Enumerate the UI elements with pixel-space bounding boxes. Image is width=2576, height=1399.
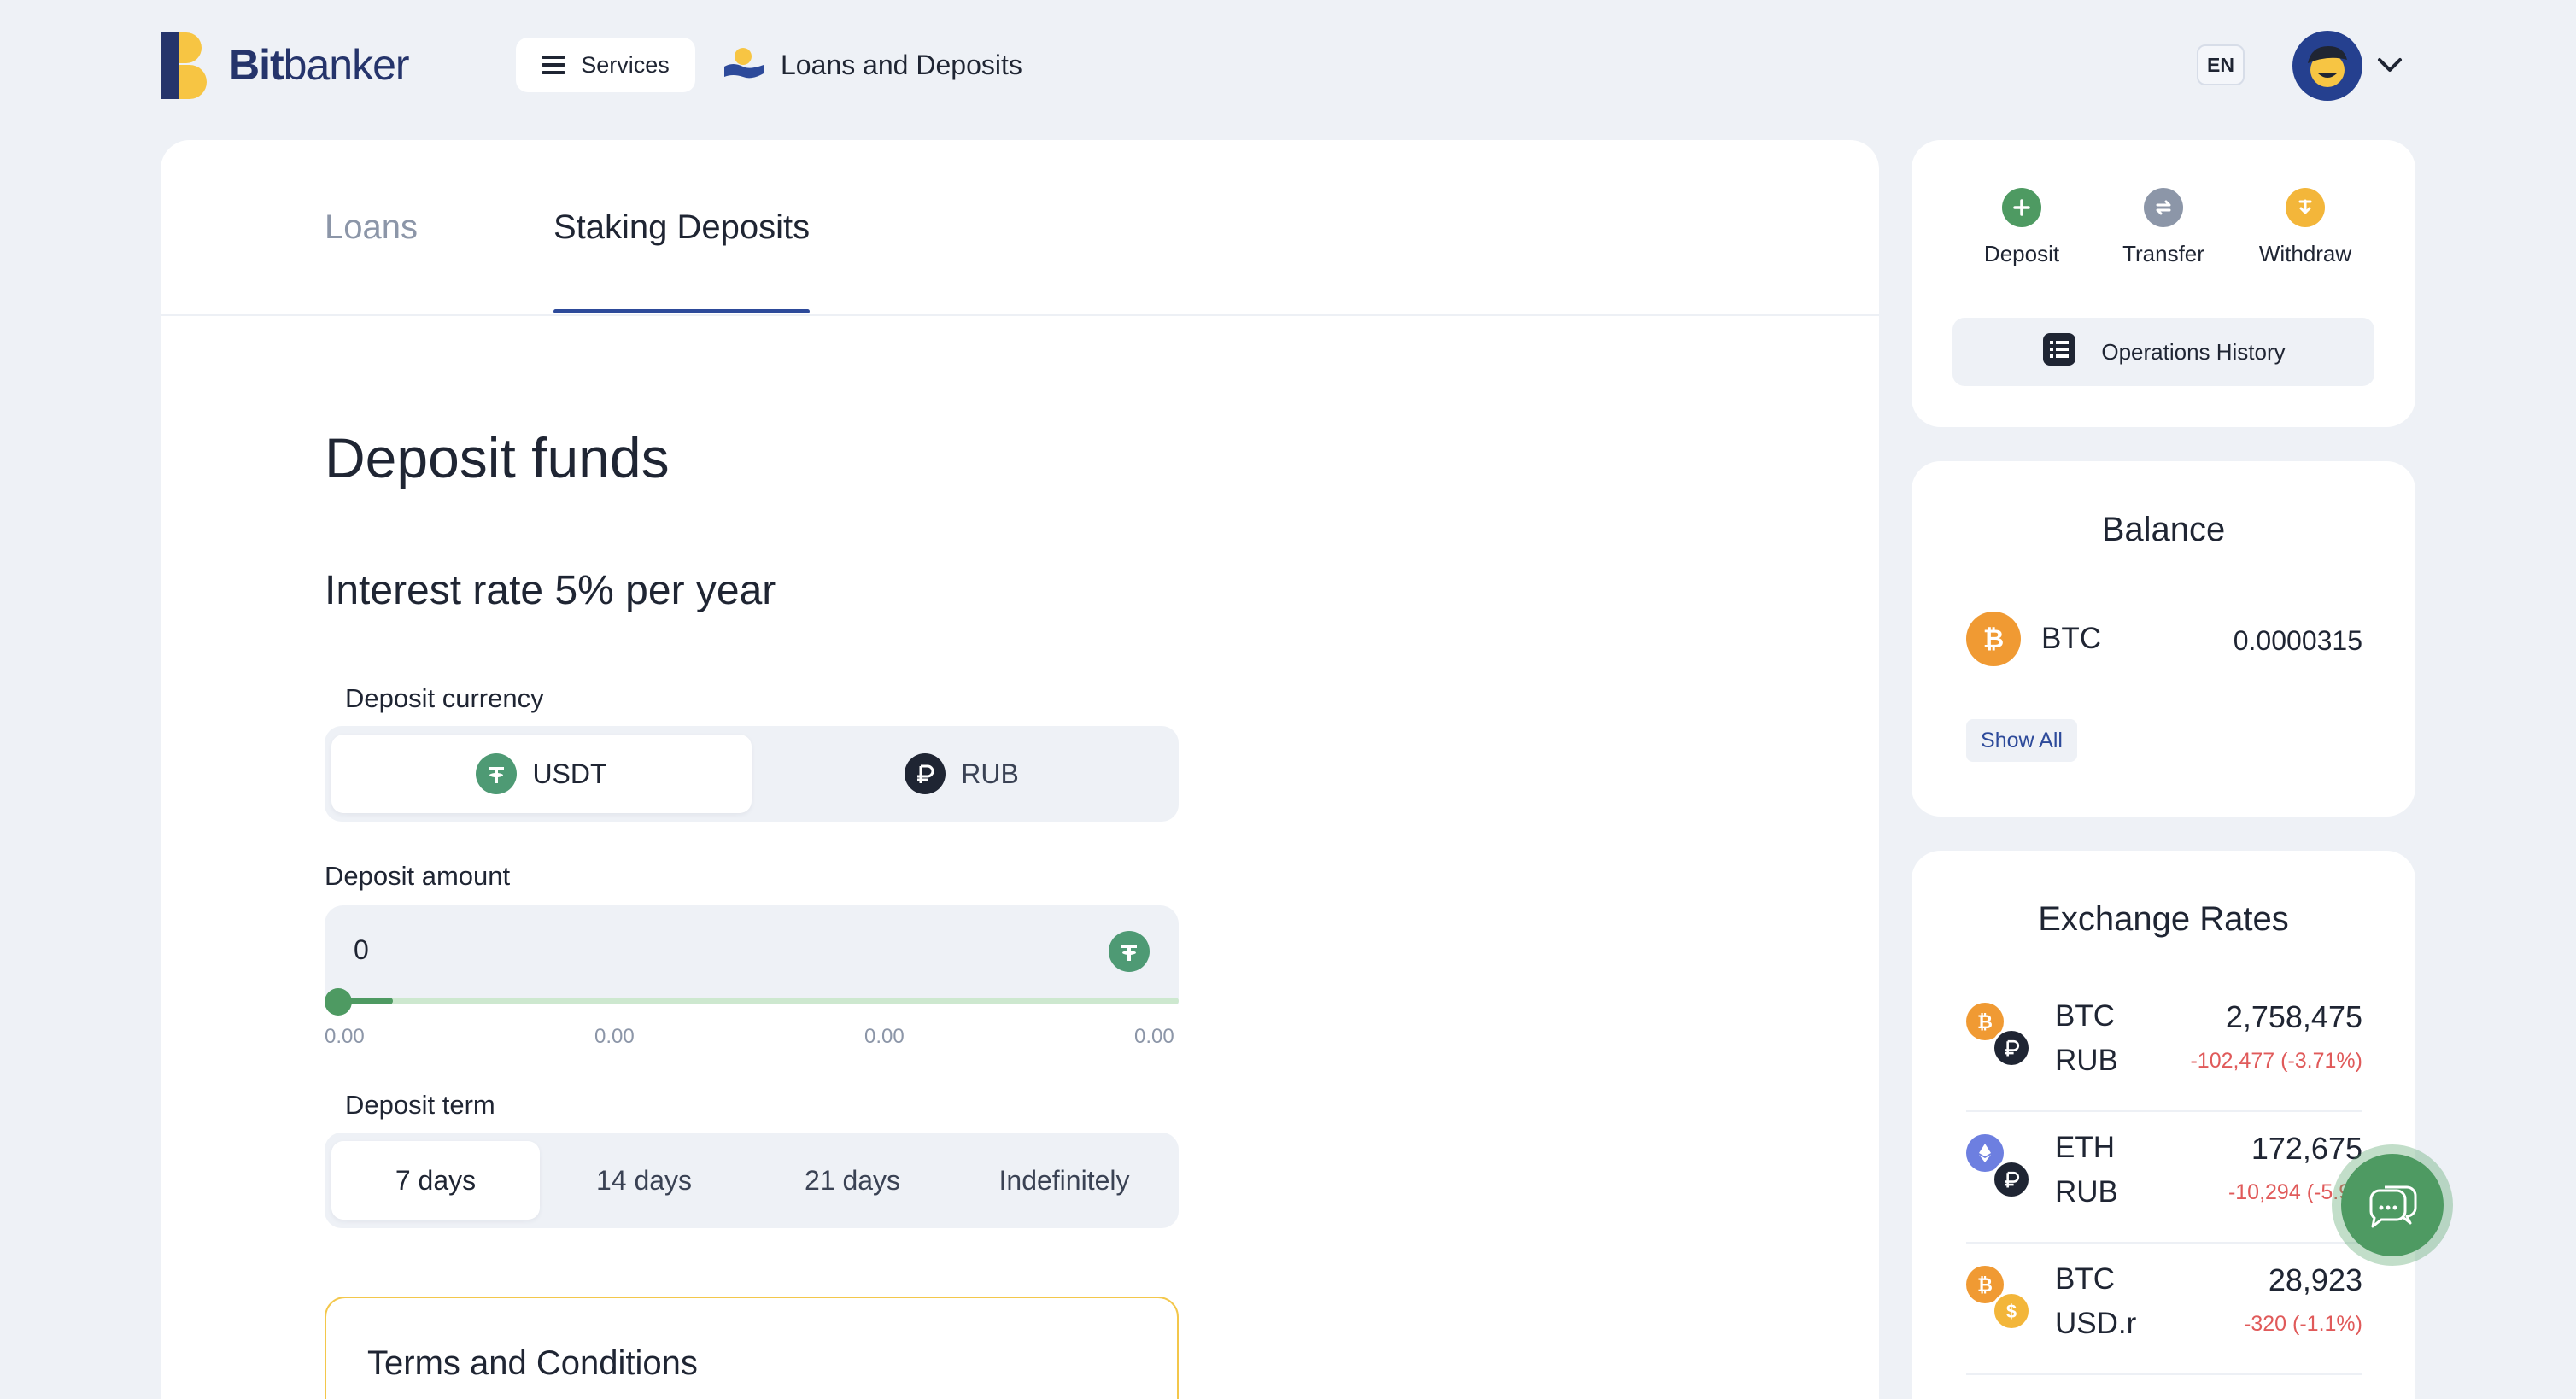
btc-icon: ₿ [1966,612,2021,666]
pair-icon: ₿ $ [1966,1266,2031,1331]
slider-tick-label: 0.00 [1134,1025,1174,1048]
transfer-button[interactable]: Transfer [2091,188,2236,267]
usdt-icon [1109,931,1150,972]
pair-price: 172,675 [2251,1131,2362,1166]
amount-slider-track[interactable] [337,998,1179,1004]
transfer-label: Transfer [2122,241,2204,266]
balance-title: Balance [2101,511,2226,548]
chevron-down-icon[interactable] [2374,50,2405,80]
operations-history-label: Operations History [2101,338,2286,365]
pair-change: -320 (-1.1%) [2244,1312,2362,1336]
tab-loans[interactable]: Loans [325,208,418,247]
rub-icon [1992,1160,2031,1199]
svg-text:₿: ₿ [1977,1011,1993,1033]
page-title: Deposit funds [325,426,670,489]
currency-label-usdt: USDT [532,758,607,789]
currency-option-usdt[interactable]: USDT [331,735,752,813]
slider-tick-label: 0.00 [325,1025,365,1048]
slider-tick-label: 0.00 [864,1025,905,1048]
currency-option-rub[interactable]: RUB [752,735,1172,813]
deposit-currency-label: Deposit currency [345,683,544,713]
withdraw-label: Withdraw [2258,241,2352,266]
pair-names: BTC USD.r [2055,1262,2137,1340]
pair-names: ETH RUB [2055,1131,2118,1209]
deposit-label: Deposit [1983,241,2060,266]
breadcrumb: Loans and Deposits [723,43,1022,87]
show-all-button[interactable]: Show All [1966,719,2077,762]
bitbanker-logo[interactable]: Bitbanker [161,29,410,101]
withdraw-button[interactable]: Withdraw [2233,188,2378,267]
support-chat-button[interactable] [2332,1144,2453,1266]
rate-row[interactable]: ETH RUB 172,675 -10,294 (-5.96 [1966,1112,2362,1244]
language-selector[interactable]: EN [2197,44,2245,85]
svg-text:₿: ₿ [1977,1274,1993,1296]
term-selector: 7 days 14 days 21 days Indefinitely [325,1133,1179,1228]
breadcrumb-label: Loans and Deposits [781,49,1022,80]
list-icon [2041,331,2077,373]
tab-bar [161,140,1879,316]
term-option-21-days[interactable]: 21 days [748,1141,957,1220]
pair-price: 28,923 [2268,1262,2362,1297]
slider-tick-label: 0.00 [594,1025,635,1048]
deposit-term-label: Deposit term [345,1090,495,1120]
term-option-7-days[interactable]: 7 days [331,1141,540,1220]
deposit-amount-label: Deposit amount [325,861,511,891]
transfer-icon [2144,188,2183,227]
pair-icon [1966,1134,2031,1199]
rub-icon [905,753,946,794]
term-option-14-days[interactable]: 14 days [540,1141,748,1220]
avatar[interactable] [2292,31,2362,101]
services-button[interactable]: Services [516,38,695,92]
pair-names: BTC RUB [2055,999,2118,1077]
balance-value: 0.0000315 [2233,625,2362,656]
menu-icon [542,56,566,74]
withdraw-icon [2286,188,2325,227]
tab-staking-deposits[interactable]: Staking Deposits [553,208,810,247]
usdt-icon [476,753,518,794]
currency-selector: USDT RUB [325,726,1179,822]
currency-label-rub: RUB [961,758,1019,789]
usd-r-icon: $ [1992,1291,2031,1331]
deposit-button[interactable]: Deposit [1949,188,2094,267]
pair-price: 2,758,475 [2225,999,2362,1034]
term-option-indefinitely[interactable]: Indefinitely [957,1141,1172,1220]
rate-row[interactable]: ₿ BTC RUB 2,758,475 -102,477 (-3.71%) [1966,980,2362,1112]
chat-icon [2341,1154,2444,1256]
deposit-amount-input[interactable] [325,905,1179,1004]
exchange-rates-title: Exchange Rates [2038,900,2289,938]
logo-mark-icon [161,29,215,101]
balance-symbol: BTC [2041,622,2101,655]
active-tab-indicator [553,309,810,313]
logo-text: Bitbanker [229,41,410,89]
amount-slider-handle[interactable] [325,988,352,1016]
plus-icon [2002,188,2041,227]
svg-text:₿: ₿ [1983,625,2004,653]
loans-deposits-icon [723,44,765,85]
services-label: Services [581,51,670,78]
rate-row[interactable]: ₿ $ BTC USD.r 28,923 -320 (-1.1%) [1966,1244,2362,1375]
pair-change: -102,477 (-3.71%) [2190,1049,2362,1073]
rub-icon [1992,1028,2031,1068]
deposit-amount-value[interactable]: 0 [354,934,369,966]
terms-conditions-title: Terms and Conditions [367,1344,698,1382]
interest-rate: Interest rate 5% per year [325,568,776,613]
pair-icon: ₿ [1966,1003,2031,1068]
svg-text:$: $ [2006,1301,2017,1322]
operations-history-button[interactable]: Operations History [1952,318,2374,386]
